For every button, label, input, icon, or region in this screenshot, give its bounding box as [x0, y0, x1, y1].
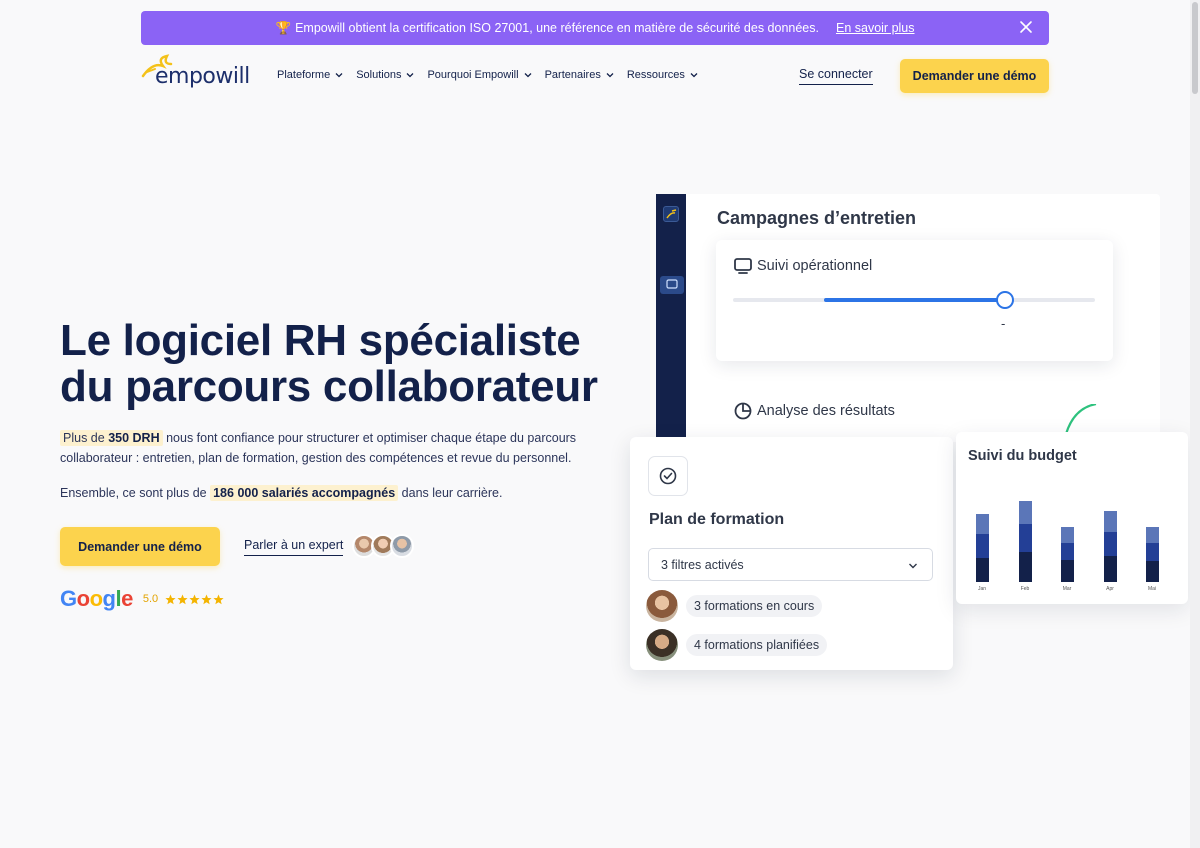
month-label: Mar [1063, 586, 1072, 592]
trophy-icon: 🏆 [275, 20, 292, 35]
nav-item-partenaires[interactable]: Partenaires [545, 69, 614, 81]
formation-title: Plan de formation [649, 511, 785, 528]
list-item: 3 formations en cours [646, 590, 823, 622]
range-slider[interactable] [733, 291, 1095, 309]
bar-mai [1146, 527, 1159, 582]
avatar [646, 629, 678, 661]
check-badge-icon [659, 467, 677, 485]
google-rating: Google 5.0 [60, 586, 224, 612]
star-icon [165, 594, 176, 604]
rating-score: 5.0 [142, 593, 159, 605]
slider-value: - [1001, 316, 1006, 331]
demo-button-header[interactable]: Demander une démo [900, 59, 1049, 93]
budget-title: Suivi du budget [968, 448, 1077, 464]
chevron-down-icon [606, 73, 614, 78]
main-nav: Plateforme Solutions Pourquoi Empowill P… [277, 69, 698, 81]
chevron-down-icon [335, 73, 343, 78]
empowill-logo[interactable]: empowill [141, 54, 255, 96]
nav-item-label: Ressources [626, 69, 685, 81]
slider-handle[interactable] [995, 291, 1014, 309]
chevron-down-icon [909, 563, 917, 569]
star-icon [213, 594, 224, 604]
analyse-label: Analyse des résultats [757, 403, 895, 419]
nav-item-label: Pourquoi Empowill [427, 69, 519, 81]
campaigns-title: Campagnes d’entretien [717, 208, 917, 228]
announcement-bar: 🏆 Empowill obtient la certification ISO … [141, 11, 1049, 45]
page-scrollbar[interactable] [1190, 0, 1200, 848]
expert-avatars [352, 534, 414, 558]
filter-value: 3 filtres activés [661, 557, 744, 572]
rating-stars [165, 594, 224, 605]
avatar [390, 534, 414, 558]
chevron-down-icon [407, 73, 414, 78]
star-icon [201, 594, 212, 604]
budget-bar-chart: Jan Feb Mar Apr Mai [976, 501, 1159, 592]
nav-item-pourquoi[interactable]: Pourquoi Empowill [427, 69, 532, 81]
nav-item-label: Plateforme [277, 69, 331, 81]
formation-icon-box [648, 456, 688, 496]
hero-stat: Ensemble, ce sont plus de 186 000 salari… [60, 485, 503, 501]
stat-prefix: Ensemble, ce sont plus de [60, 486, 207, 500]
nav-item-solutions[interactable]: Solutions [356, 69, 414, 81]
nav-item-plateforme[interactable]: Plateforme [277, 69, 343, 81]
nav-item-ressources[interactable]: Ressources [627, 69, 698, 81]
nav-item-label: Partenaires [544, 69, 601, 81]
demo-button-hero[interactable]: Demander une démo [60, 527, 220, 566]
nav-item-label: Solutions [356, 69, 402, 81]
month-label: Jan [978, 586, 986, 592]
month-label: Feb [1021, 586, 1030, 592]
stat-suffix: dans leur carrière. [401, 486, 503, 500]
google-logo: Google [60, 586, 133, 611]
announcement-text: Empowill obtient la certification ISO 27… [295, 21, 819, 35]
login-link[interactable]: Se connecter [799, 67, 873, 85]
list-item: 4 formations planifiées [646, 629, 828, 661]
hero-description: Plus de 350 DRH nous font confiance pour… [60, 429, 590, 468]
month-label: Mai [1148, 586, 1156, 592]
mock-logo-icon [663, 206, 679, 222]
logo-text: empowill [155, 64, 250, 89]
filter-select[interactable]: 3 filtres activés [648, 548, 933, 581]
hero-title: Le logiciel RH spécialiste du parcours c… [60, 316, 598, 411]
formation-pill: 3 formations en cours [686, 595, 823, 617]
scrollbar-thumb[interactable] [1192, 2, 1198, 94]
highlight-salaries: 186 000 salariés accompagnés [210, 485, 399, 501]
bar-apr [1104, 511, 1117, 582]
star-icon [177, 594, 188, 604]
formation-pill: 4 formations planifiées [686, 634, 828, 656]
month-label: Apr [1106, 586, 1114, 592]
monitor-icon [734, 258, 752, 274]
star-icon [189, 594, 200, 604]
suivi-label: Suivi opérationnel [757, 258, 873, 274]
highlight-prefix: Plus de [63, 431, 105, 445]
bar-feb [1019, 501, 1032, 582]
slider-fill [823, 298, 1005, 302]
mock-app-sidebar [656, 194, 686, 437]
chevron-down-icon [524, 73, 532, 78]
bar-mar [1061, 527, 1074, 582]
mock-chat-icon [660, 276, 684, 294]
highlight-drh: Plus de 350 DRH [60, 430, 163, 446]
talk-to-expert-link[interactable]: Parler à un expert [244, 538, 344, 556]
pie-chart-icon [734, 402, 752, 420]
highlight-bold: 350 DRH [108, 431, 160, 445]
close-icon[interactable] [1019, 20, 1033, 34]
highlight-bold: 186 000 salariés accompagnés [213, 486, 396, 500]
avatar [646, 590, 678, 622]
learn-more-link[interactable]: En savoir plus [836, 21, 915, 35]
bar-jan [976, 514, 989, 582]
chevron-down-icon [690, 73, 698, 78]
